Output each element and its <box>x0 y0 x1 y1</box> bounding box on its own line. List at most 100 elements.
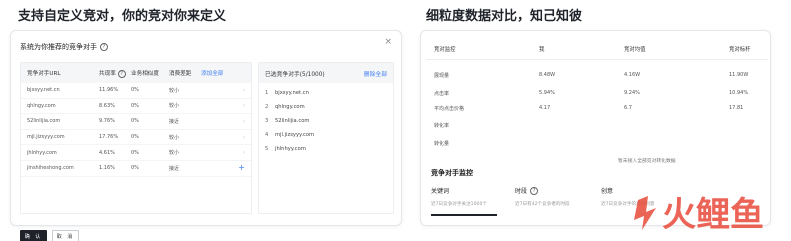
row-action[interactable]: › <box>199 102 245 109</box>
modal-title: 系统为你推荐的竞争对手 ? <box>20 42 108 52</box>
row-cooccur: 8.63% <box>99 102 115 109</box>
help-icon[interactable]: ? <box>530 186 539 195</box>
compare-header: 竞对监控 我 竞对均值 竞对标杆 <box>426 38 768 60</box>
col-me: 我 <box>539 46 545 53</box>
recommend-table: 竞争对手URL 共现率 ? 业务相似度 消费差距 添加全部 bjxsyy.net… <box>20 62 252 214</box>
row-similarity: 0% <box>131 102 139 109</box>
competitor-recommend-modal: 系统为你推荐的竞争对手 ? × 竞争对手URL 共现率 ? 业务相似度 消费差距… <box>10 30 402 241</box>
selected-item-url: jhlnhyy.com <box>275 146 306 152</box>
chevron-right-icon[interactable]: › <box>243 102 245 109</box>
row-action[interactable]: › <box>199 118 245 125</box>
section-heading-left: 支持自定义竞对，你的竞对你来定义 <box>18 9 227 24</box>
row-action[interactable]: › <box>199 134 245 141</box>
tab-keyword-sub: 近7日竞争对手关注1000个 <box>431 202 487 207</box>
row-url: jhlnhyy.com <box>27 149 57 156</box>
delete-all-link[interactable]: 删除全部 <box>364 69 387 78</box>
no-data-note: 暂未接入全部竞对转化数据 <box>618 159 676 164</box>
help-icon[interactable]: ? <box>100 43 108 51</box>
selected-item-index: 3 <box>265 118 269 124</box>
col-similarity: 业务相似度 <box>131 71 159 77</box>
row-similarity: 0% <box>131 149 139 156</box>
metric-me: 4.17 <box>539 105 551 111</box>
table-row: mjl.jizsyyy.com 17.76% 0% 较小 › <box>21 130 251 146</box>
row-action[interactable]: › <box>199 149 245 156</box>
selected-competitors: 已选竞争对手(5/1000) 删除全部 1 bjxsyy.net.cn 2 qhlng… <box>258 62 394 214</box>
selected-item[interactable]: 2 qhlngy.com <box>259 100 393 114</box>
tab-keyword[interactable]: 关键词 <box>431 186 449 195</box>
col-metric: 竞对监控 <box>434 46 456 53</box>
col-avg: 竞对均值 <box>624 46 646 53</box>
selected-item[interactable]: 4 mjl.jizsyyy.com <box>259 128 393 142</box>
row-action[interactable]: › <box>199 87 245 94</box>
metric-me: 8.48W <box>539 72 556 78</box>
metric-avg: 4.16W <box>624 72 641 78</box>
row-url: 52linlijia.com <box>27 118 61 125</box>
help-icon[interactable]: ? <box>117 69 126 78</box>
row-cooccur: 9.76% <box>99 118 115 125</box>
tab-creative[interactable]: 创意 <box>601 186 613 195</box>
row-gap: 接近 <box>169 165 180 172</box>
row-cooccur: 4.61% <box>99 149 115 156</box>
chevron-right-icon[interactable]: › <box>243 134 245 141</box>
selected-item[interactable]: 1 bjxsyy.net.cn <box>259 86 393 100</box>
col-url: 竞争对手URL <box>27 71 61 77</box>
selected-item-url: qhlngy.com <box>275 104 305 110</box>
tab-time[interactable]: 时段 ? <box>515 186 539 195</box>
add-icon[interactable]: + <box>238 163 245 172</box>
selected-item-url: 52linlijia.com <box>275 118 310 124</box>
selected-item[interactable]: 3 52linlijia.com <box>259 114 393 128</box>
metric-label: 转化率 <box>434 122 450 129</box>
metric-best: 11.90W <box>729 72 749 78</box>
compare-row: 展现量 8.48W 4.16W 11.90W <box>426 69 768 81</box>
row-action[interactable]: + <box>199 164 245 172</box>
metric-avg: 6.7 <box>624 105 632 111</box>
table-row: 52linlijia.com 9.76% 0% 接近 › <box>21 114 251 130</box>
chevron-right-icon[interactable]: › <box>243 87 245 94</box>
selected-item-index: 2 <box>265 104 269 110</box>
table-row: qhlngy.com 8.63% 0% 较小 › <box>21 99 251 115</box>
cancel-button[interactable]: 取 消 <box>52 230 79 241</box>
tab-time-label: 时段 <box>515 188 528 195</box>
metric-avg: 9.24% <box>624 90 640 96</box>
compare-row: 平均点击价格 4.17 6.7 17.81 <box>426 102 768 114</box>
confirm-button[interactable]: 确 认 <box>20 230 47 241</box>
close-icon[interactable]: × <box>384 37 392 47</box>
table-row: jinshiheshong.com 1.16% 0% 接近 + <box>21 161 251 177</box>
selected-item-index: 5 <box>265 146 269 152</box>
row-cooccur: 1.16% <box>99 165 115 172</box>
metric-me: 5.94% <box>539 90 555 96</box>
section-heading-right: 细粒度数据对比，知己知彼 <box>426 9 583 24</box>
monitor-title: 竞争对手监控 <box>431 169 473 177</box>
row-similarity: 0% <box>131 118 139 125</box>
col-cooccur: 共现率 ? <box>99 69 131 78</box>
selected-title: 已选竞争对手(5/1000) <box>265 71 325 78</box>
row-url: mjl.jizsyyy.com <box>27 134 65 141</box>
row-gap: 接近 <box>169 118 180 125</box>
table-header: 竞争对手URL 共现率 ? 业务相似度 消费差距 添加全部 <box>21 63 251 83</box>
tab-keyword-label: 关键词 <box>431 188 450 195</box>
col-cooccur-label: 共现率 <box>99 70 116 77</box>
metric-best: 10.94% <box>729 90 749 96</box>
selected-item-index: 4 <box>265 132 269 138</box>
metric-label: 平均点击价格 <box>434 105 465 112</box>
row-url: jinshiheshong.com <box>27 165 74 172</box>
row-similarity: 0% <box>131 134 139 141</box>
row-cooccur: 17.76% <box>99 134 119 141</box>
row-url: bjxsyy.net.cn <box>27 87 60 94</box>
row-cooccur: 11.96% <box>99 87 119 94</box>
compare-panel: 竞对监控 我 竞对均值 竞对标杆 展现量 8.48W 4.16W 11.90W 点击率 5… <box>420 30 771 226</box>
selected-item-url: bjxsyy.net.cn <box>275 90 309 96</box>
tab-creative-label: 创意 <box>601 188 614 195</box>
selected-item[interactable]: 5 jhlnhyy.com <box>259 142 393 156</box>
selected-item-url: mjl.jizsyyy.com <box>275 132 315 138</box>
col-gap: 消费差距 <box>169 71 192 77</box>
add-all-link[interactable]: 添加全部 <box>201 69 223 77</box>
selected-header: 已选竞争对手(5/1000) 删除全部 <box>259 63 393 83</box>
chevron-right-icon[interactable]: › <box>243 118 245 125</box>
active-tab-indicator <box>431 214 497 216</box>
tab-time-sub: 近7日有42个竞争者的时段 <box>515 202 570 207</box>
row-gap: 较小 <box>169 103 180 110</box>
compare-row: 转化率 <box>426 119 768 131</box>
chevron-right-icon[interactable]: › <box>243 149 245 156</box>
table-row: bjxsyy.net.cn 11.96% 0% 较小 › <box>21 83 251 99</box>
